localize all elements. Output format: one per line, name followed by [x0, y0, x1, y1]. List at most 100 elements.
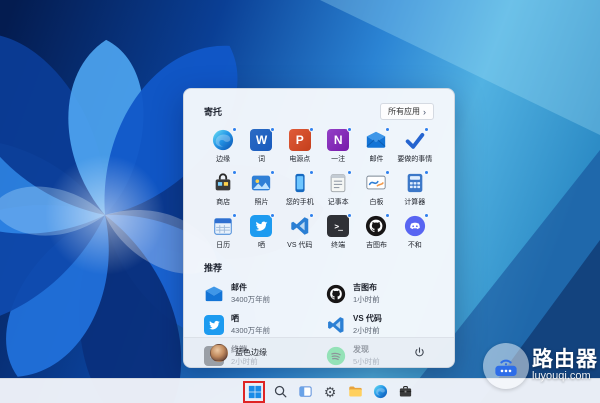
app-label: 电源点 [289, 154, 310, 164]
photos-icon [250, 172, 272, 194]
watermark: 路由器 luyouqi.com [483, 343, 598, 389]
user-account-button[interactable]: 蓝色边缘 [210, 344, 267, 362]
app-label: VS 代码 [287, 240, 312, 250]
recommended-title: 哂 [231, 313, 270, 324]
update-badge [232, 170, 237, 175]
recommended-section-title: 推荐 [204, 261, 434, 274]
store-icon [212, 172, 234, 194]
update-badge [232, 127, 237, 132]
twitter-icon [250, 215, 272, 237]
whiteboard-icon [365, 172, 387, 194]
app-label: 终端 [331, 240, 345, 250]
pinned-app-word[interactable]: W 词 [242, 129, 280, 165]
power-button[interactable] [410, 344, 428, 362]
recommended-timestamp: 3400万年前 [231, 294, 270, 305]
recommended-timestamp: 4300万年前 [231, 325, 270, 336]
pinned-app-edge[interactable]: 边缘 [204, 129, 242, 165]
taskbar-file-explorer-button[interactable] [345, 382, 365, 402]
powerpoint-icon: P [289, 129, 311, 151]
app-label: 哂 [258, 240, 265, 250]
app-label: 一注 [331, 154, 345, 164]
pinned-app-vscode[interactable]: VS 代码 [281, 215, 319, 251]
update-badge [347, 170, 352, 175]
calculator-icon [404, 172, 426, 194]
app-label: 要做的事情 [397, 154, 432, 164]
taskbar-start-button[interactable] [245, 383, 263, 401]
pinned-app-whiteboard[interactable]: 白板 [357, 172, 395, 208]
update-badge [347, 213, 352, 218]
update-badge [424, 127, 429, 132]
start-menu-footer: 蓝色边缘 [184, 337, 454, 367]
pinned-app-photos[interactable]: 照片 [242, 172, 280, 208]
briefcase-icon [398, 384, 413, 399]
update-badge [385, 170, 390, 175]
chevron-right-icon: › [423, 108, 426, 116]
phone-icon [289, 172, 311, 194]
gear-icon: ⚙ [324, 385, 337, 399]
app-label: 白板 [369, 197, 383, 207]
pinned-app-store[interactable]: 商店 [204, 172, 242, 208]
recommended-timestamp: 2小时前 [353, 325, 382, 336]
discord-icon [404, 215, 426, 237]
pinned-app-your-phone[interactable]: 您的手机 [281, 172, 319, 208]
all-apps-button[interactable]: 所有应用 › [380, 103, 434, 120]
update-badge [347, 127, 352, 132]
edge-icon [212, 129, 234, 151]
taskbar-search-button[interactable] [270, 382, 290, 402]
pinned-app-calendar[interactable]: 日历 [204, 215, 242, 251]
recommended-item-vscode[interactable]: VS 代码 2小时前 [326, 313, 434, 336]
update-badge [424, 170, 429, 175]
pinned-app-powerpoint[interactable]: P 电源点 [281, 129, 319, 165]
terminal-icon: >_ [327, 215, 349, 237]
pinned-section-title: 寄托 [204, 105, 222, 118]
todo-check-icon [404, 129, 426, 151]
mail-icon [365, 129, 387, 151]
router-logo-badge [483, 343, 529, 389]
pinned-app-notepad[interactable]: 记事本 [319, 172, 357, 208]
pinned-app-mail[interactable]: 邮件 [357, 129, 395, 165]
update-badge [385, 213, 390, 218]
pinned-app-twitter[interactable]: 哂 [242, 215, 280, 251]
taskbar-task-view-button[interactable] [295, 382, 315, 402]
taskbar-briefcase-button[interactable] [395, 382, 415, 402]
pinned-app-terminal[interactable]: >_ 终端 [319, 215, 357, 251]
notepad-icon [327, 172, 349, 194]
update-badge [309, 127, 314, 132]
watermark-site: luyouqi.com [532, 371, 598, 383]
app-label: 日历 [216, 240, 230, 250]
app-label: 您的手机 [286, 197, 314, 207]
avatar [210, 344, 228, 362]
pinned-app-discord[interactable]: 不和 [396, 215, 434, 251]
taskbar-settings-button[interactable]: ⚙ [320, 382, 340, 402]
recommended-item-twitter[interactable]: 哂 4300万年前 [204, 313, 312, 336]
twitter-icon [204, 315, 224, 335]
github-icon [365, 215, 387, 237]
app-label: 计算器 [404, 197, 425, 207]
recommended-title: VS 代码 [353, 313, 382, 324]
task-view-icon [298, 384, 313, 399]
pinned-app-onenote[interactable]: N 一注 [319, 129, 357, 165]
taskbar-icon-row: ⚙ [243, 379, 415, 403]
pinned-app-github[interactable]: 吉图布 [357, 215, 395, 251]
update-badge [385, 127, 390, 132]
recommended-item-github[interactable]: 吉图布 1小时前 [326, 282, 434, 305]
recommended-item-mail[interactable]: 邮件 3400万年前 [204, 282, 312, 305]
app-label: 词 [258, 154, 265, 164]
app-label: 照片 [254, 197, 268, 207]
update-badge [270, 127, 275, 132]
app-label: 记事本 [328, 197, 349, 207]
folder-icon [348, 384, 363, 399]
app-label: 吉图布 [366, 240, 387, 250]
pinned-app-calculator[interactable]: 计算器 [396, 172, 434, 208]
app-label: 不和 [408, 240, 422, 250]
pinned-apps-grid: 边缘 W 词 P 电源点 N 一注 [204, 129, 434, 251]
search-icon [273, 384, 288, 399]
power-icon [413, 346, 426, 359]
watermark-title: 路由器 [532, 349, 598, 371]
all-apps-label: 所有应用 [388, 106, 420, 117]
mail-icon [204, 284, 224, 304]
taskbar-edge-button[interactable] [370, 382, 390, 402]
pinned-app-todo[interactable]: 要做的事情 [396, 129, 434, 165]
update-badge [270, 213, 275, 218]
start-menu: 寄托 所有应用 › 边缘 W 词 P 电源点 [183, 88, 455, 368]
